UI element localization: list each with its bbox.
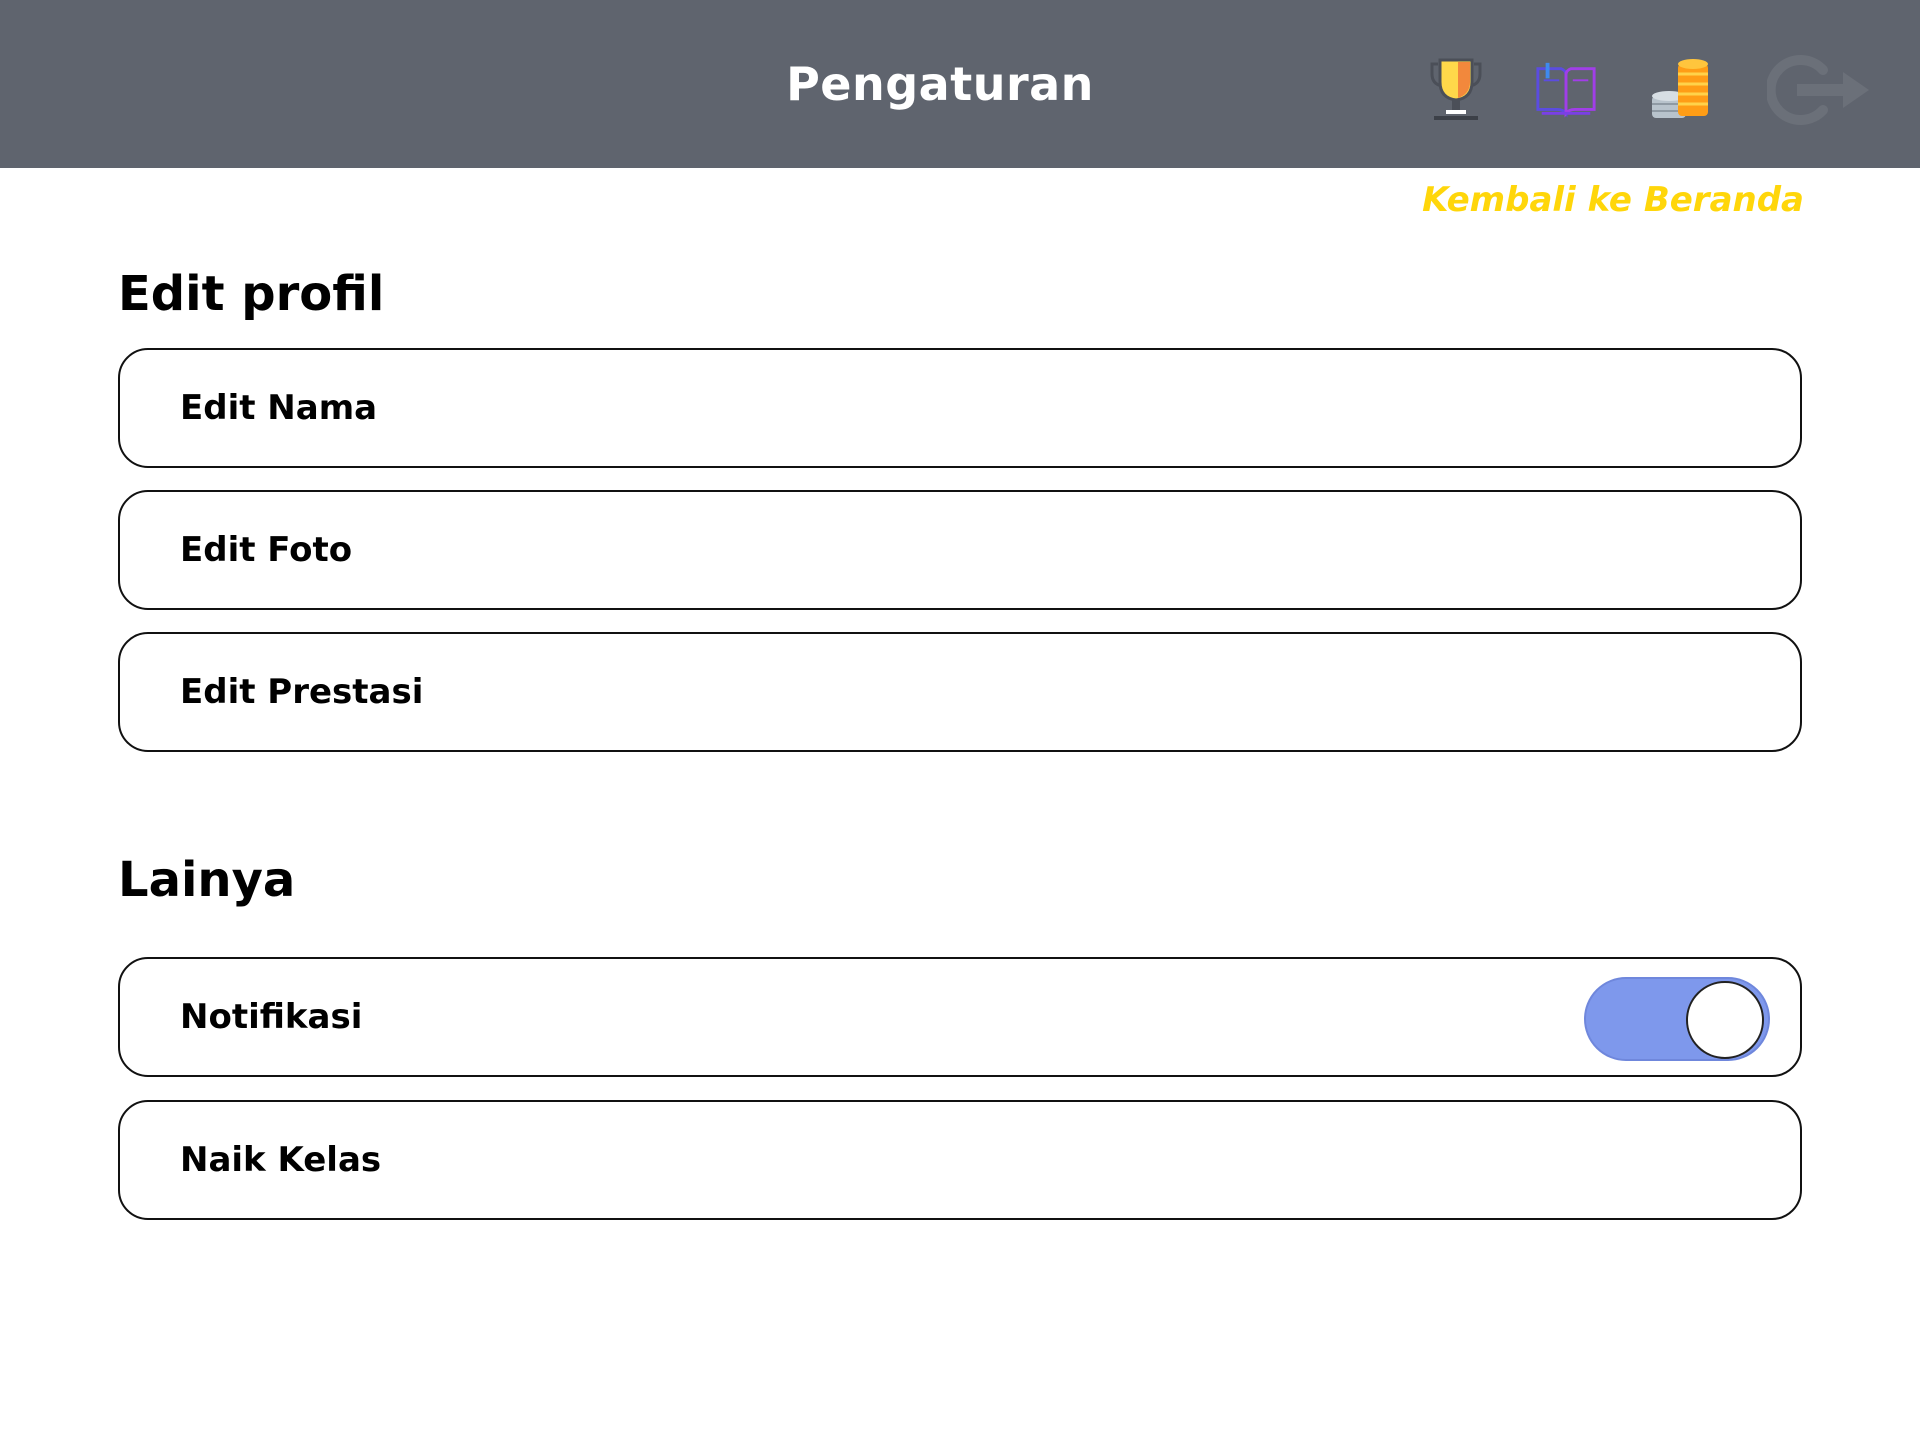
level-up-button[interactable]: Naik Kelas — [118, 1100, 1802, 1220]
app-header: Pengaturan — [0, 0, 1920, 168]
book-icon[interactable] — [1534, 54, 1598, 126]
back-to-home-link[interactable]: Kembali ke Beranda — [1422, 180, 1804, 220]
trophy-icon[interactable] — [1424, 54, 1488, 126]
section-title-other: Lainya — [118, 852, 296, 908]
edit-achievements-label: Edit Prestasi — [180, 672, 424, 712]
notification-label: Notifikasi — [180, 997, 363, 1037]
page-title: Pengaturan — [786, 57, 1094, 111]
edit-photo-button[interactable]: Edit Foto — [118, 490, 1802, 610]
edit-name-label: Edit Nama — [180, 388, 378, 428]
edit-photo-label: Edit Foto — [180, 530, 353, 570]
level-up-label: Naik Kelas — [180, 1140, 382, 1180]
coins-icon[interactable] — [1646, 54, 1710, 126]
notification-row: Notifikasi — [118, 957, 1802, 1077]
logout-icon[interactable] — [1764, 50, 1874, 130]
notification-toggle[interactable] — [1584, 977, 1770, 1061]
section-title-edit-profile: Edit profil — [118, 266, 385, 322]
edit-name-button[interactable]: Edit Nama — [118, 348, 1802, 468]
edit-achievements-button[interactable]: Edit Prestasi — [118, 632, 1802, 752]
toggle-knob — [1686, 981, 1764, 1059]
